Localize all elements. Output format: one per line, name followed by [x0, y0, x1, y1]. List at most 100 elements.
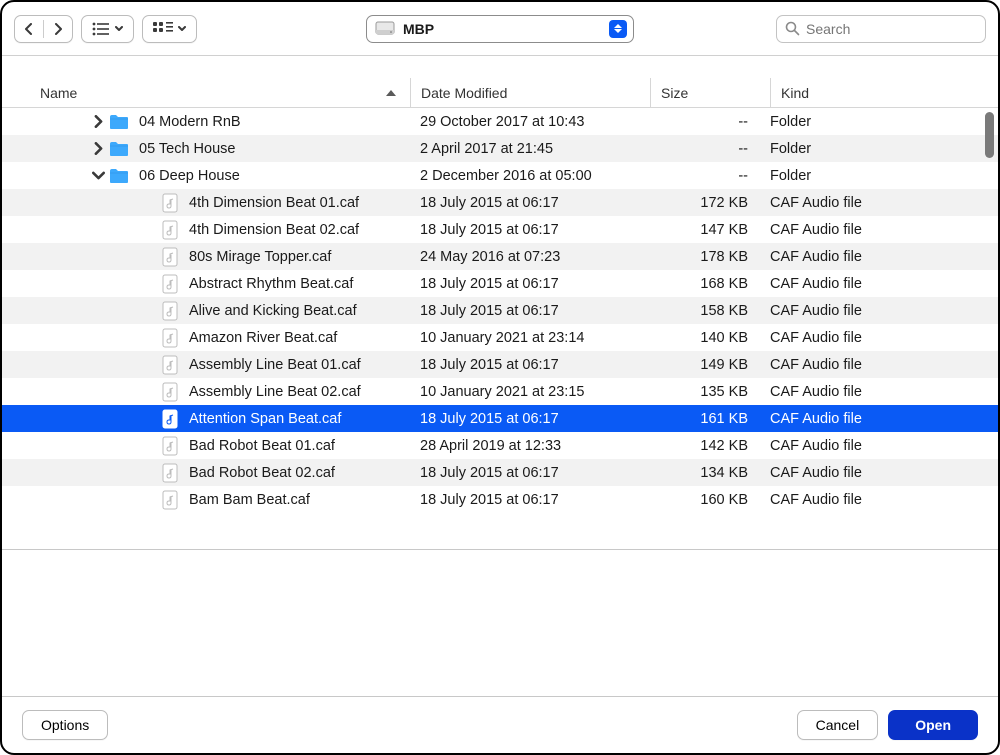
row-size: 168 KB	[650, 276, 770, 292]
row-size: 135 KB	[650, 384, 770, 400]
row-kind: CAF Audio file	[770, 303, 980, 319]
row-date: 18 July 2015 at 06:17	[410, 492, 650, 508]
row-size: 172 KB	[650, 195, 770, 211]
row-kind: CAF Audio file	[770, 438, 980, 454]
row-date: 10 January 2021 at 23:15	[410, 384, 650, 400]
row-size: 134 KB	[650, 465, 770, 481]
preview-panel	[2, 549, 998, 697]
search-field[interactable]	[776, 15, 986, 43]
scrollbar-thumb[interactable]	[985, 112, 994, 158]
row-size: 161 KB	[650, 411, 770, 427]
view-list-segment[interactable]	[81, 15, 134, 43]
row-date: 18 July 2015 at 06:17	[410, 411, 650, 427]
file-row[interactable]: Assembly Line Beat 01.caf18 July 2015 at…	[2, 351, 998, 378]
row-kind: CAF Audio file	[770, 411, 980, 427]
row-size: 147 KB	[650, 222, 770, 238]
row-size: 158 KB	[650, 303, 770, 319]
row-date: 18 July 2015 at 06:17	[410, 222, 650, 238]
chevron-right-icon	[52, 23, 64, 35]
options-button[interactable]: Options	[22, 710, 108, 740]
column-header-date[interactable]: Date Modified	[410, 78, 650, 107]
row-size: 140 KB	[650, 330, 770, 346]
file-row[interactable]: 80s Mirage Topper.caf 24 May 2016 at 07:2…	[2, 243, 998, 270]
folder-row[interactable]: 06 Deep House 2 December 2016 at 05:00--F…	[2, 162, 998, 189]
row-kind: Folder	[770, 141, 980, 157]
updown-caret-icon	[609, 20, 627, 38]
row-kind: CAF Audio file	[770, 330, 980, 346]
row-size: --	[650, 114, 770, 130]
row-date: 28 April 2019 at 12:33	[410, 438, 650, 454]
row-kind: CAF Audio file	[770, 492, 980, 508]
search-icon	[785, 21, 800, 36]
disclosure-down-icon[interactable]	[92, 169, 105, 182]
search-input[interactable]	[806, 21, 977, 37]
column-header-size[interactable]: Size	[650, 78, 770, 107]
row-name: Abstract Rhythm Beat.caf	[189, 276, 353, 292]
file-row[interactable]: 4th Dimension Beat 01.caf18 July 2015 at…	[2, 189, 998, 216]
row-kind: CAF Audio file	[770, 384, 980, 400]
audio-file-icon	[161, 409, 179, 429]
row-size: 149 KB	[650, 357, 770, 373]
file-list[interactable]: 04 Modern RnB29 October 2017 at 10:43--F…	[2, 108, 998, 549]
cancel-button[interactable]: Cancel	[797, 710, 879, 740]
file-row[interactable]: Abstract Rhythm Beat.caf18 July 2015 at …	[2, 270, 998, 297]
chevron-left-icon	[23, 23, 35, 35]
row-date: 2 April 2017 at 21:45	[410, 141, 650, 157]
row-name: 80s Mirage Topper.caf	[189, 249, 331, 265]
folder-row[interactable]: 05 Tech House 2 April 2017 at 21:45--Fold…	[2, 135, 998, 162]
row-date: 24 May 2016 at 07:23	[410, 249, 650, 265]
row-name: Assembly Line Beat 02.caf	[189, 384, 361, 400]
file-row[interactable]: Assembly Line Beat 02.caf 10 January 2021…	[2, 378, 998, 405]
audio-file-icon	[161, 355, 179, 375]
row-kind: CAF Audio file	[770, 357, 980, 373]
row-date: 18 July 2015 at 06:17	[410, 195, 650, 211]
row-date: 18 July 2015 at 06:17	[410, 303, 650, 319]
column-header-row: Name Date Modified Size Kind	[2, 78, 998, 108]
list-view-icon	[92, 22, 110, 36]
open-button[interactable]: Open	[888, 710, 978, 740]
toolbar: MBP	[2, 2, 998, 56]
audio-file-icon	[161, 436, 179, 456]
file-row[interactable]: Alive and Kicking Beat.caf18 July 2015 a…	[2, 297, 998, 324]
file-row[interactable]: Bad Robot Beat 01.caf28 April 2019 at 12…	[2, 432, 998, 459]
file-row[interactable]: Bad Robot Beat 02.caf 18 July 2015 at 06:…	[2, 459, 998, 486]
group-segment[interactable]	[142, 15, 197, 43]
file-row[interactable]: Bam Bam Beat.caf18 July 2015 at 06:17160…	[2, 486, 998, 513]
row-size: --	[650, 168, 770, 184]
forward-button[interactable]	[44, 16, 72, 42]
footer: Options Cancel Open	[2, 697, 998, 753]
row-size: 178 KB	[650, 249, 770, 265]
location-dropdown[interactable]: MBP	[366, 15, 634, 43]
file-row[interactable]: Attention Span Beat.caf 18 July 2015 at 0…	[2, 405, 998, 432]
disclosure-right-icon[interactable]	[92, 142, 105, 155]
row-kind: Folder	[770, 168, 980, 184]
file-row[interactable]: 4th Dimension Beat 02.caf18 July 2015 at…	[2, 216, 998, 243]
row-name: Attention Span Beat.caf	[189, 411, 341, 427]
folder-icon	[109, 114, 129, 130]
row-kind: CAF Audio file	[770, 222, 980, 238]
row-date: 2 December 2016 at 05:00	[410, 168, 650, 184]
row-size: --	[650, 141, 770, 157]
grid-grouping-icon	[153, 22, 173, 36]
audio-file-icon	[161, 193, 179, 213]
sort-ascending-icon	[386, 90, 396, 96]
row-name: 04 Modern RnB	[139, 114, 241, 130]
row-size: 160 KB	[650, 492, 770, 508]
disclosure-right-icon[interactable]	[92, 115, 105, 128]
row-name: Amazon River Beat.caf	[189, 330, 337, 346]
column-header-kind[interactable]: Kind	[770, 78, 980, 107]
audio-file-icon	[161, 301, 179, 321]
column-header-name[interactable]: Name	[40, 85, 410, 101]
file-row[interactable]: Amazon River Beat.caf10 January 2021 at …	[2, 324, 998, 351]
row-date: 18 July 2015 at 06:17	[410, 465, 650, 481]
audio-file-icon	[161, 274, 179, 294]
row-name: Bad Robot Beat 02.caf	[189, 465, 335, 481]
row-name: 05 Tech House	[139, 141, 235, 157]
audio-file-icon	[161, 382, 179, 402]
row-kind: CAF Audio file	[770, 195, 980, 211]
hard-drive-icon	[375, 21, 395, 37]
folder-row[interactable]: 04 Modern RnB29 October 2017 at 10:43--F…	[2, 108, 998, 135]
row-date: 29 October 2017 at 10:43	[410, 114, 650, 130]
row-name: 06 Deep House	[139, 168, 240, 184]
back-button[interactable]	[15, 16, 43, 42]
